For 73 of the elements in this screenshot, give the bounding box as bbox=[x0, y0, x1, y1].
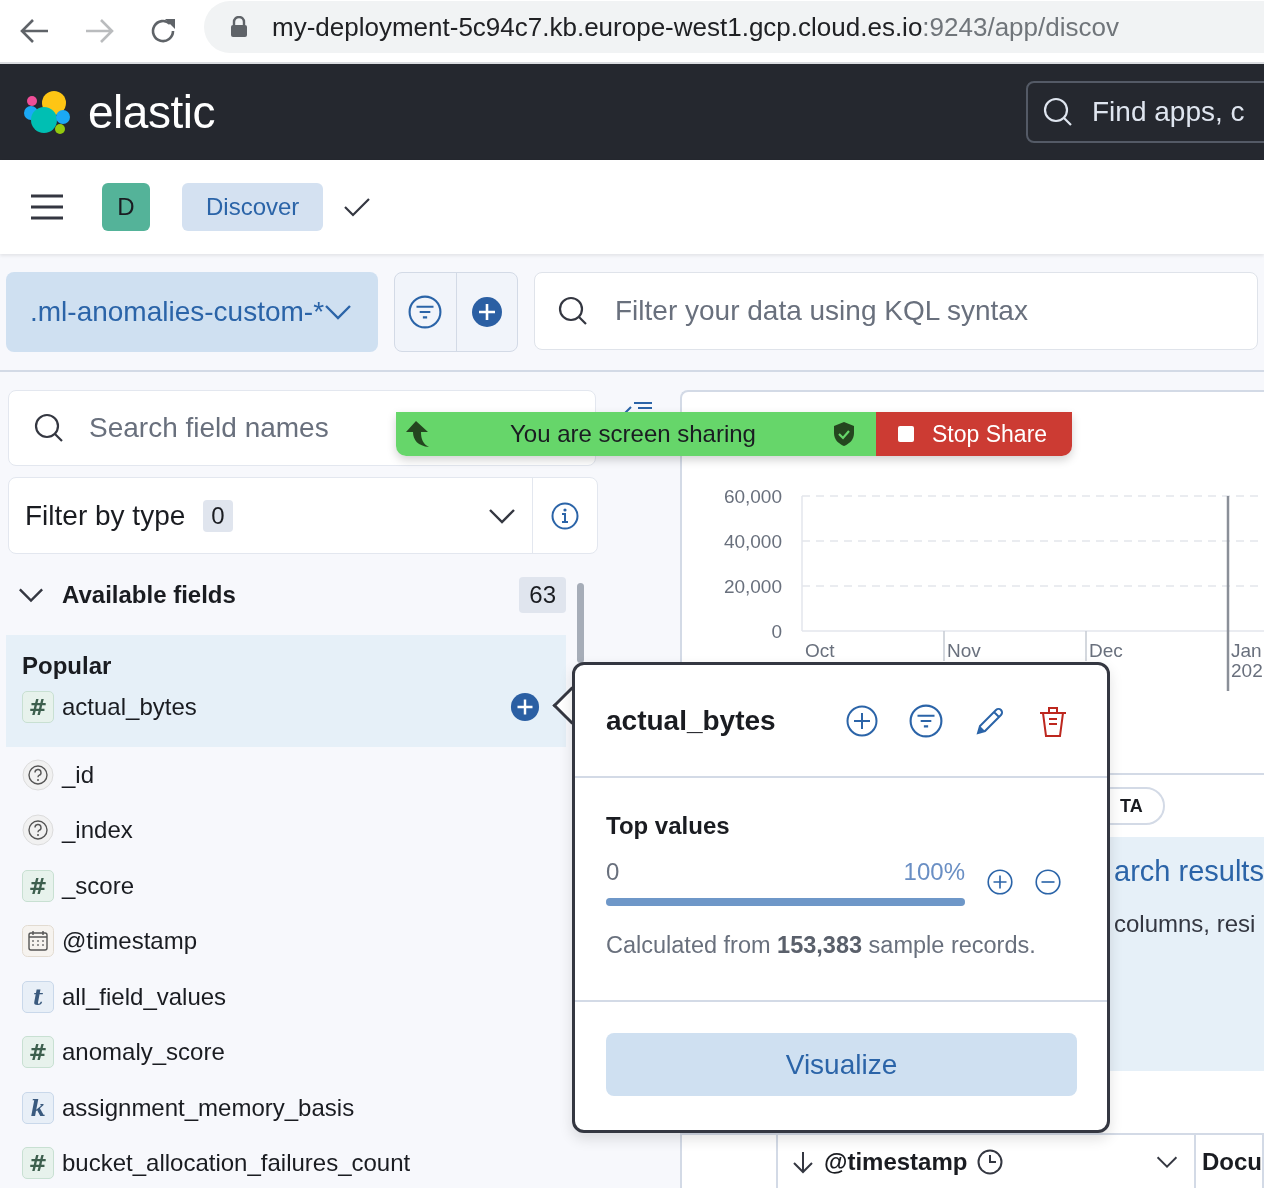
scrollbar[interactable] bbox=[577, 583, 584, 663]
field-type-badge: k bbox=[22, 1091, 54, 1124]
chevron-icon bbox=[488, 507, 516, 524]
space-avatar[interactable]: D bbox=[102, 183, 150, 231]
filter-dropdown[interactable]: Filter by type 0 bbox=[9, 478, 533, 553]
field-item[interactable]: # bucket_allocation_failures_count bbox=[6, 1135, 566, 1188]
field-type-badge: # bbox=[22, 1147, 54, 1180]
back-icon[interactable] bbox=[20, 18, 50, 44]
field-item[interactable]: # _score bbox=[6, 858, 566, 914]
field-item[interactable]: k assignment_memory_basis bbox=[6, 1080, 566, 1136]
lock-icon bbox=[230, 16, 248, 38]
stop-share-button[interactable]: Stop Share bbox=[876, 412, 1072, 456]
column-header[interactable]: @timestamp bbox=[778, 1135, 1196, 1188]
visualize-button[interactable]: Visualize bbox=[606, 1033, 1077, 1096]
section-title: Top values bbox=[606, 812, 731, 840]
clock-icon bbox=[977, 1149, 1004, 1175]
field-item[interactable]: # actual_bytes bbox=[6, 687, 566, 727]
check-icon bbox=[343, 196, 372, 218]
count-badge: 0 bbox=[203, 499, 233, 532]
sample-note: Calculated from 153,383 sample records. bbox=[606, 932, 1037, 959]
info-icon[interactable] bbox=[551, 501, 579, 530]
plus-icon[interactable] bbox=[846, 704, 878, 737]
axis-tick-label: 60,000 bbox=[723, 486, 782, 507]
search-field[interactable]: Find apps, c bbox=[1026, 81, 1264, 143]
popover-title: actual_bytes bbox=[606, 704, 777, 737]
shield-check-icon bbox=[832, 421, 856, 447]
plus-icon[interactable] bbox=[987, 869, 1013, 895]
field-type-badge: t bbox=[22, 980, 54, 1013]
section-toggle[interactable]: Available fields bbox=[18, 580, 520, 609]
url-text: my-deployment-5c94c7.kb.europe-west1.gcp.cloud.es.io:9243/app/discov bbox=[272, 11, 1119, 43]
search-icon bbox=[1042, 96, 1074, 128]
minus-icon[interactable] bbox=[1035, 869, 1061, 895]
field-item[interactable]: # anomaly_score bbox=[6, 1024, 566, 1080]
axis-tick-label: Nov bbox=[947, 640, 981, 661]
field-item[interactable]: _index bbox=[6, 802, 566, 858]
axis-tick-label: 40,000 bbox=[723, 531, 782, 552]
section-title: Popular bbox=[21, 651, 113, 681]
chevron-icon bbox=[1156, 1154, 1178, 1170]
callout-title: arch results bbox=[1114, 855, 1264, 888]
filter-icon[interactable] bbox=[909, 703, 943, 738]
callout-text: columns, resi bbox=[1114, 910, 1257, 938]
axis-tick-label: Jan 202 bbox=[1231, 640, 1263, 681]
value-label: 0 bbox=[606, 858, 620, 886]
axis-tick-label: 20,000 bbox=[723, 576, 782, 597]
search-icon bbox=[33, 412, 65, 444]
plus-icon[interactable] bbox=[510, 692, 540, 722]
count-badge: 63 bbox=[519, 576, 566, 613]
field-type-badge: # bbox=[22, 869, 54, 902]
field-item[interactable]: t all_field_values bbox=[6, 969, 566, 1025]
axis-tick-label: Dec bbox=[1089, 640, 1123, 661]
axis-tick-label: Oct bbox=[805, 640, 835, 661]
address-bar[interactable]: my-deployment-5c94c7.kb.europe-west1.gcp.cloud.es.io:9243/app/discov bbox=[204, 1, 1264, 53]
index-pattern-button[interactable]: .ml-anomalies-custom-* bbox=[6, 272, 379, 352]
question-icon bbox=[22, 814, 54, 847]
chevron-icon bbox=[324, 304, 353, 320]
query-field[interactable]: Filter your data using KQL syntax bbox=[534, 272, 1258, 350]
filter-icon[interactable] bbox=[408, 295, 443, 329]
field-item[interactable]: @timestamp bbox=[6, 913, 566, 969]
axis-tick-label: 0 bbox=[771, 621, 782, 642]
plus-icon[interactable] bbox=[470, 296, 503, 328]
search-icon bbox=[557, 295, 589, 327]
percent-label: 100% bbox=[903, 858, 965, 886]
field-item[interactable]: _id bbox=[6, 747, 566, 803]
breadcrumb[interactable]: Discover bbox=[182, 183, 324, 231]
question-icon bbox=[22, 758, 54, 791]
search-input[interactable]: Find apps, c bbox=[1092, 96, 1264, 128]
field-type-badge: # bbox=[22, 691, 54, 723]
column-header[interactable]: Docu bbox=[1196, 1135, 1264, 1188]
query-input[interactable]: Filter your data using KQL syntax bbox=[615, 295, 1257, 327]
field-type-badge: # bbox=[22, 1036, 54, 1069]
brand-name: elastic bbox=[88, 85, 215, 139]
calendar-icon bbox=[22, 925, 54, 958]
menu-icon[interactable] bbox=[30, 194, 64, 220]
